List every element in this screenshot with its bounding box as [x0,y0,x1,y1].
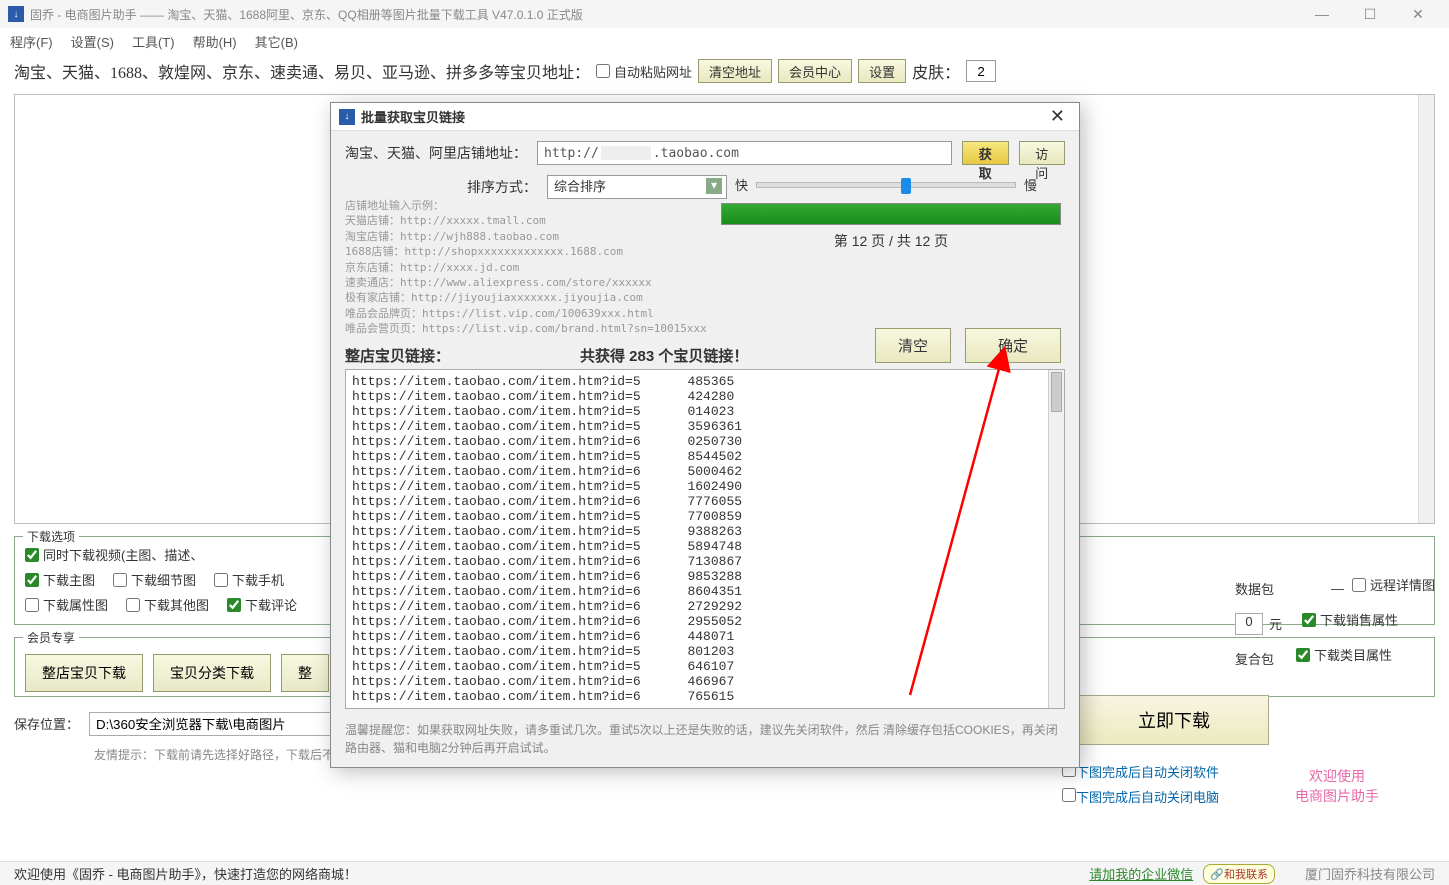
progress-text: 第 12 页 / 共 12 页 [721,231,1061,251]
menu-settings[interactable]: 设置(S) [71,32,114,51]
member-legend: 会员专享 [23,629,79,646]
sort-label: 排序方式： [467,177,537,197]
clear-links-button[interactable]: 清空 [875,328,951,363]
download-review-checkbox[interactable]: 下载评论 [227,595,297,614]
links-label: 整店宝贝链接： [345,345,450,366]
speed-slider[interactable] [756,182,1016,188]
links-textarea[interactable]: https://item.taobao.com/item.htm?id=5 48… [345,369,1065,709]
links-header-row: 整店宝贝链接： 共获得 283 个宝贝链接！ [345,345,748,366]
auto-close-options: 下图完成后自动关闭软件 下图完成后自动关闭电脑 [1062,762,1219,806]
close-pc-checkbox[interactable]: 下图完成后自动关闭电脑 [1062,787,1219,806]
category-download-button[interactable]: 宝贝分类下载 [153,654,271,692]
footer-join-link[interactable]: 请加我的企业微信 [1089,864,1193,883]
sale-attr-checkbox[interactable]: 下载销售属性 [1302,610,1398,629]
batch-fetch-modal: ↓ 批量获取宝贝链接 ✕ 淘宝、天猫、阿里店铺地址： http:// .taob… [330,102,1080,768]
member-center-button[interactable]: 会员中心 [778,59,852,83]
skin-label: 皮肤： [912,59,960,83]
close-button[interactable]: ✕ [1403,6,1433,23]
clear-address-button[interactable]: 清空地址 [698,59,772,83]
menu-program[interactable]: 程序(F) [10,32,53,51]
download-detail-img-checkbox[interactable]: 下载细节图 [113,570,196,589]
footer-contact-badge[interactable]: 🔗和我联系 [1203,864,1275,884]
blurred-shop-name [601,146,651,160]
menu-help[interactable]: 帮助(H) [193,32,237,51]
modal-hint: 温馨提醒您：如果获取网址失败，请多重试几次。重试5次以上还是失败的话，建议先关闭… [345,721,1065,757]
links-count: 共获得 283 个宝贝链接！ [580,345,748,366]
links-scrollbar[interactable] [1048,370,1064,708]
links-text: https://item.taobao.com/item.htm?id=5 48… [346,370,1048,708]
menu-tools[interactable]: 工具(T) [132,32,175,51]
remote-detail-checkbox[interactable]: 远程详情图 [1352,575,1435,594]
modal-titlebar: ↓ 批量获取宝贝链接 ✕ [331,103,1079,131]
download-video-checkbox[interactable]: 同时下载视频(主图、描述、 [25,545,203,564]
menubar: 程序(F) 设置(S) 工具(T) 帮助(H) 其它(B) [0,28,1449,54]
address-bar: 淘宝、天猫、1688、敦煌网、京东、速卖通、易贝、亚马逊、拼多多等宝贝地址： 自… [0,54,1449,88]
footer: 欢迎使用《固乔 - 电商图片助手》，快速打造您的网络商城！ 请加我的企业微信 🔗… [0,861,1449,885]
download-options-legend: 下载选项 [23,528,79,545]
menu-other[interactable]: 其它(B) [255,32,298,51]
price-input[interactable]: 0 [1235,613,1263,635]
window-controls: — ☐ ✕ [1307,6,1441,23]
close-software-checkbox[interactable]: 下图完成后自动关闭软件 [1062,762,1219,781]
save-label: 保存位置： [14,714,79,733]
progress-bar [721,203,1061,225]
shop-url-label: 淘宝、天猫、阿里店铺地址： [345,143,527,163]
titlebar-title: 固乔 - 电商图片助手 —— 淘宝、天猫、1688阿里、京东、QQ相册等图片批量… [30,6,1307,23]
settings-button[interactable]: 设置 [858,59,906,83]
skin-input[interactable] [966,60,996,82]
download-other-img-checkbox[interactable]: 下载其他图 [126,595,209,614]
modal-title: 批量获取宝贝链接 [361,107,1044,126]
download-main-img-checkbox[interactable]: 下载主图 [25,570,95,589]
modal-action-buttons: 清空 确定 [875,328,1061,363]
footer-company: 厦门固乔科技有限公司 [1305,864,1435,883]
welcome-text: 欢迎使用 电商图片助手 [1295,766,1379,806]
fetch-button[interactable]: 获取 [962,141,1008,165]
slow-label: 慢 [1024,175,1037,194]
modal-close-button[interactable]: ✕ [1044,106,1071,127]
sort-select[interactable]: 综合排序 [547,175,727,199]
fast-label: 快 [735,175,748,194]
footer-welcome: 欢迎使用《固乔 - 电商图片助手》，快速打造您的网络商城！ [14,864,1089,883]
download-now-button[interactable]: 立即下载 [1079,695,1269,745]
titlebar: ↓ 固乔 - 电商图片助手 —— 淘宝、天猫、1688阿里、京东、QQ相册等图片… [0,0,1449,28]
shop-download-button[interactable]: 整店宝贝下载 [25,654,143,692]
slider-thumb[interactable] [901,178,911,194]
shop-url-input[interactable]: http:// .taobao.com [537,141,952,165]
datapack-label: 数据包 [1235,579,1274,598]
minimize-button[interactable]: — [1307,6,1337,23]
address-label: 淘宝、天猫、1688、敦煌网、京东、速卖通、易贝、亚马逊、拼多多等宝贝地址： [14,59,590,83]
speed-slider-row: 快 慢 [735,175,1065,194]
scrollbar-vertical[interactable] [1418,95,1434,523]
unit-label: 元 [1269,614,1282,633]
confirm-button[interactable]: 确定 [965,328,1061,363]
progress-section: 第 12 页 / 共 12 页 [721,203,1061,251]
download-attr-img-checkbox[interactable]: 下载属性图 [25,595,108,614]
visit-button[interactable]: 访问 [1019,141,1065,165]
modal-icon: ↓ [339,109,355,125]
app-icon: ↓ [8,6,24,22]
batch-button[interactable]: 整 [281,654,329,692]
download-mobile-checkbox[interactable]: 下载手机 [214,570,284,589]
maximize-button[interactable]: ☐ [1355,6,1385,23]
modal-body: 淘宝、天猫、阿里店铺地址： http:// .taobao.com 获取 访问 … [331,131,1079,347]
auto-paste-checkbox[interactable]: 自动粘贴网址 [596,62,692,81]
